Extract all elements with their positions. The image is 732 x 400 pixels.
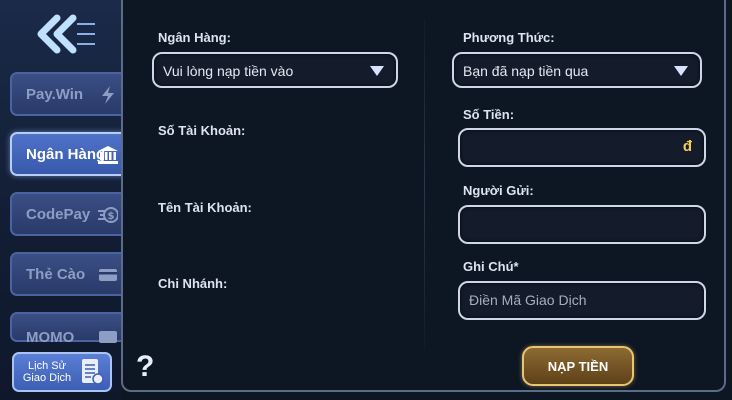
branch-label: Chi Nhánh:: [158, 276, 228, 291]
sidebar-item-paywin[interactable]: Pay.Win: [10, 72, 122, 116]
back-button[interactable]: [30, 12, 100, 56]
sidebar: Pay.Win Ngân Hàng CodePay $ Thẻ Cào MOMO…: [0, 0, 122, 400]
sidebar-item-bank[interactable]: Ngân Hàng: [10, 132, 122, 176]
amount-label: Số Tiền:: [463, 107, 515, 122]
help-icon[interactable]: ?: [136, 350, 154, 384]
note-input[interactable]: Điền Mã Giao Dịch: [458, 281, 706, 320]
svg-text:$: $: [108, 211, 115, 222]
note-label: Ghi Chú*: [463, 259, 519, 274]
bank-label: Ngân Hàng:: [158, 30, 231, 45]
lightning-icon: [102, 86, 114, 104]
account-number-label: Số Tài Khoản:: [158, 123, 246, 138]
sender-input[interactable]: [458, 205, 706, 244]
transaction-history-button[interactable]: Lịch Sử Giao Dịch: [12, 352, 112, 392]
bank-select[interactable]: Vui lòng nạp tiền vào: [152, 52, 398, 88]
wallet-icon: [99, 331, 117, 343]
caret-down-icon: [370, 66, 384, 76]
deposit-submit-button[interactable]: NẠP TIỀN: [522, 346, 634, 386]
history-label-line1: Lịch Sử: [28, 360, 66, 372]
bank-select-value: Vui lòng nạp tiền vào: [163, 63, 294, 79]
sidebar-item-card[interactable]: Thẻ Cào: [10, 252, 122, 296]
double-chevron-left-icon: [37, 14, 95, 54]
coins-icon: $: [98, 207, 118, 223]
sidebar-item-label: CodePay: [26, 205, 91, 223]
sender-label: Người Gửi:: [463, 183, 534, 198]
caret-down-icon: [674, 66, 688, 76]
account-name-label: Tên Tài Khoản:: [158, 200, 252, 215]
sidebar-item-label: Pay.Win: [26, 85, 84, 103]
sidebar-item-label: Ngân Hàng: [26, 145, 106, 163]
card-icon: [99, 269, 117, 281]
method-select[interactable]: Bạn đã nạp tiền qua: [452, 52, 702, 88]
sidebar-item-label: MOMO: [26, 329, 75, 346]
history-label-line2: Giao Dịch: [22, 372, 72, 384]
amount-input[interactable]: đ: [458, 128, 706, 167]
sidebar-item-label: Thẻ Cào: [26, 265, 86, 283]
method-select-value: Bạn đã nạp tiền qua: [463, 63, 589, 79]
bank-icon: [98, 146, 118, 164]
history-label: Lịch Sử Giao Dịch: [14, 360, 80, 384]
receipt-icon: [82, 359, 104, 385]
method-label: Phương Thức:: [463, 30, 555, 45]
note-placeholder: Điền Mã Giao Dịch: [469, 292, 587, 308]
sidebar-item-codepay[interactable]: CodePay $: [10, 192, 122, 236]
sidebar-item-momo[interactable]: MOMO: [10, 312, 122, 346]
column-divider: [424, 20, 425, 350]
currency-symbol: đ: [682, 138, 692, 155]
